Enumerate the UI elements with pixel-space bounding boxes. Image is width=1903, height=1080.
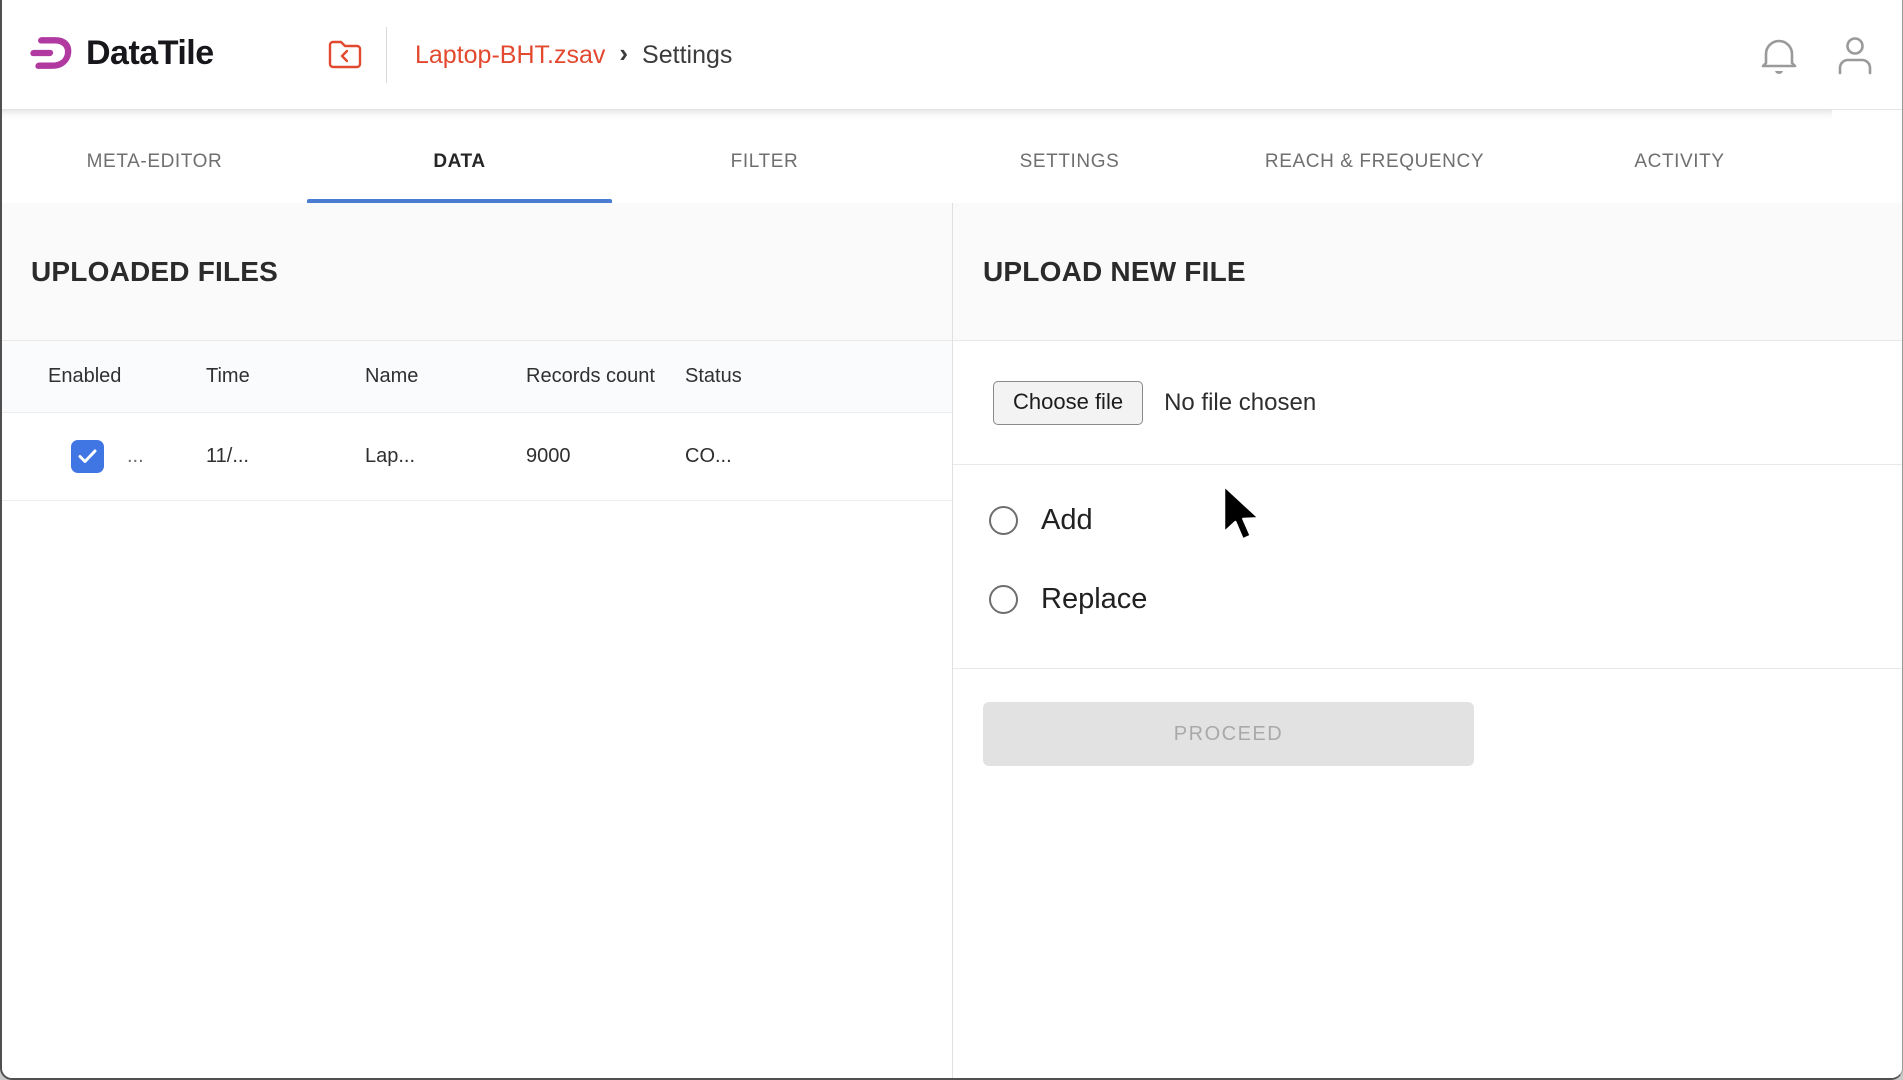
brand: DataTile	[30, 33, 214, 73]
mouse-cursor-icon	[1219, 483, 1265, 545]
radio-replace-circle-icon[interactable]	[989, 585, 1018, 614]
notifications-bell-icon[interactable]	[1760, 35, 1798, 75]
col-records-count: Records count	[526, 365, 685, 388]
col-time: Time	[206, 365, 365, 388]
tab-settings[interactable]: SETTINGS	[917, 110, 1222, 203]
account-user-icon[interactable]	[1836, 35, 1874, 75]
tab-filter[interactable]: FILTER	[612, 110, 917, 203]
tab-meta-editor[interactable]: META-EDITOR	[2, 110, 307, 203]
upload-new-file-panel: UPLOAD NEW FILE Choose file No file chos…	[953, 203, 1902, 1078]
header-divider	[386, 27, 387, 83]
chevron-right-icon: ›	[619, 38, 628, 69]
radio-add-label: Add	[1041, 504, 1093, 537]
breadcrumb-file-link[interactable]: Laptop-BHT.zsav	[415, 41, 605, 70]
cell-file-name-link[interactable]: Lap...	[365, 445, 526, 468]
uploaded-files-title: UPLOADED FILES	[31, 256, 278, 288]
tab-data[interactable]: DATA	[307, 110, 612, 203]
proceed-button[interactable]: PROCEED	[983, 702, 1474, 766]
tab-reach-frequency[interactable]: REACH & FREQUENCY	[1222, 110, 1527, 203]
proceed-zone: PROCEED	[953, 669, 1902, 766]
breadcrumb-current-page: Settings	[642, 41, 732, 70]
radio-replace-label: Replace	[1041, 583, 1147, 616]
breadcrumb: Laptop-BHT.zsav › Settings	[415, 0, 732, 110]
radio-option-add[interactable]: Add	[989, 504, 1093, 537]
upload-new-file-header: UPLOAD NEW FILE	[953, 203, 1902, 341]
files-table-header: Enabled Time Name Records count Status	[2, 341, 952, 413]
header-actions	[1760, 0, 1874, 110]
radio-option-replace[interactable]: Replace	[989, 583, 1147, 616]
radio-add-circle-icon[interactable]	[989, 506, 1018, 535]
cell-time: 11/...	[206, 445, 365, 468]
cell-status: CO...	[685, 445, 952, 468]
choose-file-button[interactable]: Choose file	[993, 381, 1143, 425]
folder-back-icon[interactable]	[328, 38, 362, 70]
app-window: DataTile Laptop-BHT.zsav › Settings	[0, 0, 1903, 1080]
app-header: DataTile Laptop-BHT.zsav › Settings	[2, 0, 1902, 110]
col-enabled: Enabled	[48, 365, 206, 388]
datatile-logo-icon	[30, 33, 74, 73]
upload-mode-options: Add Replace	[953, 465, 1902, 669]
file-input-row: Choose file No file chosen	[953, 341, 1902, 465]
file-chosen-status: No file chosen	[1164, 389, 1316, 417]
col-name: Name	[365, 365, 526, 388]
uploaded-files-panel: UPLOADED FILES Enabled Time Name Records…	[2, 203, 952, 1078]
main-tab-bar: META-EDITOR DATA FILTER SETTINGS REACH &…	[2, 110, 1832, 203]
upload-new-file-title: UPLOAD NEW FILE	[983, 256, 1246, 288]
col-status: Status	[685, 365, 952, 388]
table-row: ... 11/... Lap... 9000 CO...	[2, 413, 952, 501]
cell-records-count: 9000	[526, 445, 685, 468]
tab-activity[interactable]: ACTIVITY	[1527, 110, 1832, 203]
uploaded-files-header: UPLOADED FILES	[2, 203, 952, 341]
brand-name: DataTile	[86, 34, 214, 73]
enabled-checkbox-checked[interactable]	[71, 440, 104, 473]
row-more-ellipsis: ...	[127, 445, 144, 468]
